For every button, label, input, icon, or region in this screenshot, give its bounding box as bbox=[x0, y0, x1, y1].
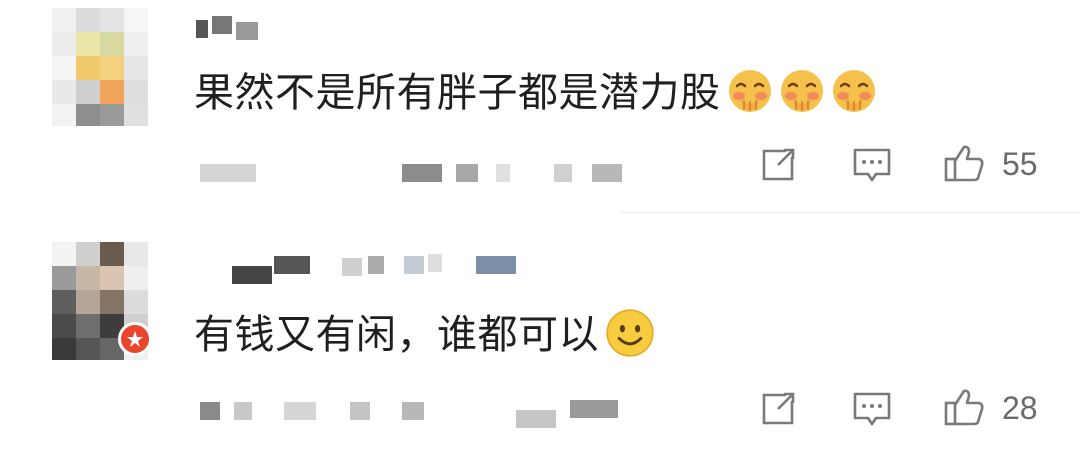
smile-emoji-icon bbox=[599, 309, 655, 358]
username[interactable] bbox=[232, 252, 532, 284]
thumbs-up-icon[interactable] bbox=[942, 141, 986, 185]
like-count: 55 bbox=[1002, 146, 1038, 182]
comment-body: 有钱又有闲，谁都可以 bbox=[194, 312, 599, 358]
verified-badge-icon bbox=[118, 322, 152, 356]
comment-item: 有钱又有闲，谁都可以 28 bbox=[0, 214, 1080, 463]
comment-icon[interactable] bbox=[850, 387, 894, 431]
thumbs-up-icon[interactable] bbox=[942, 385, 986, 429]
share-icon[interactable] bbox=[756, 387, 800, 431]
comment-text: 有钱又有闲，谁都可以 bbox=[194, 308, 655, 359]
avatar[interactable] bbox=[52, 8, 148, 126]
comment-body: 果然不是所有胖子都是潜力股 bbox=[194, 70, 721, 116]
share-icon[interactable] bbox=[756, 143, 800, 187]
username[interactable] bbox=[196, 16, 266, 40]
comment-text: 果然不是所有胖子都是潜力股 bbox=[194, 68, 877, 117]
comment-icon[interactable] bbox=[850, 143, 894, 187]
comment-meta bbox=[200, 396, 630, 428]
divider-mask bbox=[0, 212, 620, 213]
comment-meta bbox=[200, 160, 630, 184]
comment-item: 果然不是所有胖子都是潜力股 55 bbox=[0, 0, 1080, 212]
shy-blush-emoji-icon bbox=[825, 70, 877, 116]
shy-blush-emoji-icon bbox=[721, 70, 773, 116]
like-count: 28 bbox=[1002, 390, 1038, 426]
shy-blush-emoji-icon bbox=[773, 70, 825, 116]
